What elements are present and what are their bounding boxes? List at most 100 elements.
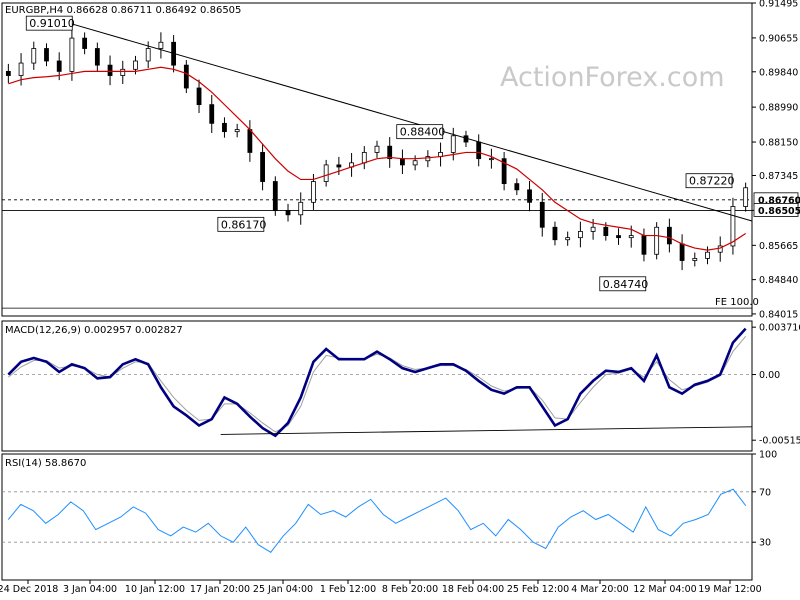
price-candle-body: [311, 181, 316, 203]
price-candle-body: [196, 87, 202, 106]
price-candle-body: [577, 231, 583, 239]
price-candle-body: [336, 164, 342, 168]
fe-100-label: FE 100.0: [715, 297, 759, 308]
price-candle-body: [552, 226, 558, 241]
rsi-y-tick-label: 100: [759, 450, 777, 461]
x-axis-tick-label: 12 Mar 04:00: [633, 584, 696, 595]
price-candle-body: [120, 68, 126, 76]
price-candle-body: [183, 64, 189, 89]
price-y-tick-label: 0.90655: [759, 33, 798, 44]
price-panel-frame: [1, 2, 753, 317]
price-annotation-label: 0.84740: [603, 278, 649, 291]
price-candle-body: [387, 145, 393, 160]
price-candle-body: [412, 160, 418, 166]
price-candle-body: [527, 189, 532, 203]
price-annotation-label: 0.86170: [221, 218, 267, 231]
price-candle-body: [450, 135, 456, 153]
price-candle-body: [5, 70, 11, 76]
x-axis-tick-label: 24 Dec 2018: [0, 584, 58, 595]
macd-title: MACD(12,26,9) 0.002957 0.002827: [5, 325, 183, 336]
chart-canvas: ActionForex.com EURGBP,H4 0.86628 0.86711…: [0, 0, 800, 595]
moving-average-line: [8, 66, 746, 251]
x-axis-tick-label: 25 Feb 12:00: [507, 584, 569, 595]
price-annotation-label: 0.87220: [689, 175, 735, 188]
price-candle-body: [285, 210, 291, 216]
macd-divergence-line: [220, 426, 753, 435]
price-annotation-label: 0.88400: [400, 126, 446, 139]
price-candle-body: [692, 258, 698, 261]
price-candle-body: [247, 129, 253, 153]
price-y-tick-label: 0.87345: [759, 171, 798, 182]
symbol-ohlc-label: EURGBP,H4 0.86628 0.86711 0.86492 0.8650…: [5, 5, 241, 16]
price-candle-body: [44, 48, 49, 62]
rsi-line: [7, 488, 747, 553]
macd-y-tick-label: 0.00: [759, 370, 780, 381]
price-y-tick-label: 0.88990: [759, 103, 798, 114]
rsi-title: RSI(14) 58.8670: [5, 458, 86, 469]
price-candle-body: [730, 206, 736, 247]
price-candle-body: [489, 158, 494, 161]
x-axis-tick-label: 10 Jan 12:00: [125, 584, 185, 595]
price-candle-body: [222, 122, 227, 133]
rsi-y-tick-label: 30: [759, 538, 771, 549]
macd-y-tick-label: -0.005152: [759, 436, 800, 447]
price-candle-body: [18, 62, 24, 76]
price-candle-body: [260, 152, 265, 182]
price-candle-body: [133, 60, 138, 70]
price-annotation-label: 0.91010: [29, 17, 75, 30]
price-candle-body: [616, 235, 621, 239]
price-candle-body: [514, 183, 520, 191]
price-candle-body: [82, 37, 88, 49]
price-y-tick-label: 0.89840: [759, 67, 798, 78]
chart-window: ActionForex.com EURGBP,H4 0.86628 0.86711…: [0, 0, 800, 600]
price-candle-body: [209, 104, 215, 124]
price-candle-body: [666, 226, 672, 245]
macd-panel-frame: [1, 320, 753, 452]
price-candle-body: [361, 152, 367, 164]
price-y-tick-label: 0.91495: [759, 0, 798, 10]
watermark-text: ActionForex.com: [500, 62, 725, 93]
price-y-tick-label: 0.88150: [759, 138, 798, 149]
price-y-tick-label: 0.85665: [759, 241, 798, 252]
price-candle-body: [107, 64, 113, 76]
price-candle-body: [56, 60, 62, 72]
macd-line: [7, 327, 747, 438]
falling-trendline: [66, 21, 753, 222]
price-candle-body: [590, 226, 596, 232]
x-axis-tick-label: 17 Jan 20:00: [190, 584, 250, 595]
price-candle-body: [31, 48, 37, 64]
price-candle-body: [272, 181, 278, 212]
current-price-label: 0.86505: [758, 206, 800, 217]
price-y-tick-label: 0.84840: [759, 275, 798, 286]
macd-y-tick-label: 0.003716: [759, 323, 800, 334]
price-candle-body: [374, 145, 380, 153]
price-candle-body: [539, 201, 545, 228]
price-candle-body: [476, 141, 482, 160]
x-axis-tick-label: 3 Jan 04:00: [63, 584, 117, 595]
rsi-panel-frame: [1, 453, 753, 581]
price-candle-body: [679, 243, 685, 261]
price-candle-body: [565, 237, 571, 241]
price-candle-body: [603, 226, 609, 236]
price-candle-body: [641, 235, 647, 255]
x-axis-tick-label: 8 Feb 20:00: [382, 584, 438, 595]
rsi-y-tick-label: 70: [759, 487, 771, 498]
price-candle-body: [69, 37, 75, 72]
price-candle-body: [234, 129, 240, 133]
price-y-tick-label: 0.84015: [759, 309, 798, 320]
x-axis-tick-label: 19 Mar 12:00: [698, 584, 761, 595]
price-candle-body: [94, 48, 100, 66]
price-candle-body: [628, 235, 634, 239]
price-candle-body: [145, 48, 151, 62]
price-candle-body: [705, 251, 710, 259]
price-candle-body: [400, 158, 405, 166]
x-axis-tick-label: 4 Mar 20:00: [571, 584, 628, 595]
price-candle-body: [298, 201, 304, 216]
x-axis-tick-label: 1 Feb 12:00: [320, 584, 376, 595]
price-candle-body: [158, 41, 164, 49]
price-candle-body: [654, 226, 660, 255]
price-candle-body: [743, 187, 749, 207]
price-candle-body: [323, 164, 329, 182]
x-axis-tick-label: 25 Jan 04:00: [253, 584, 313, 595]
x-axis-tick-label: 18 Feb 04:00: [442, 584, 504, 595]
